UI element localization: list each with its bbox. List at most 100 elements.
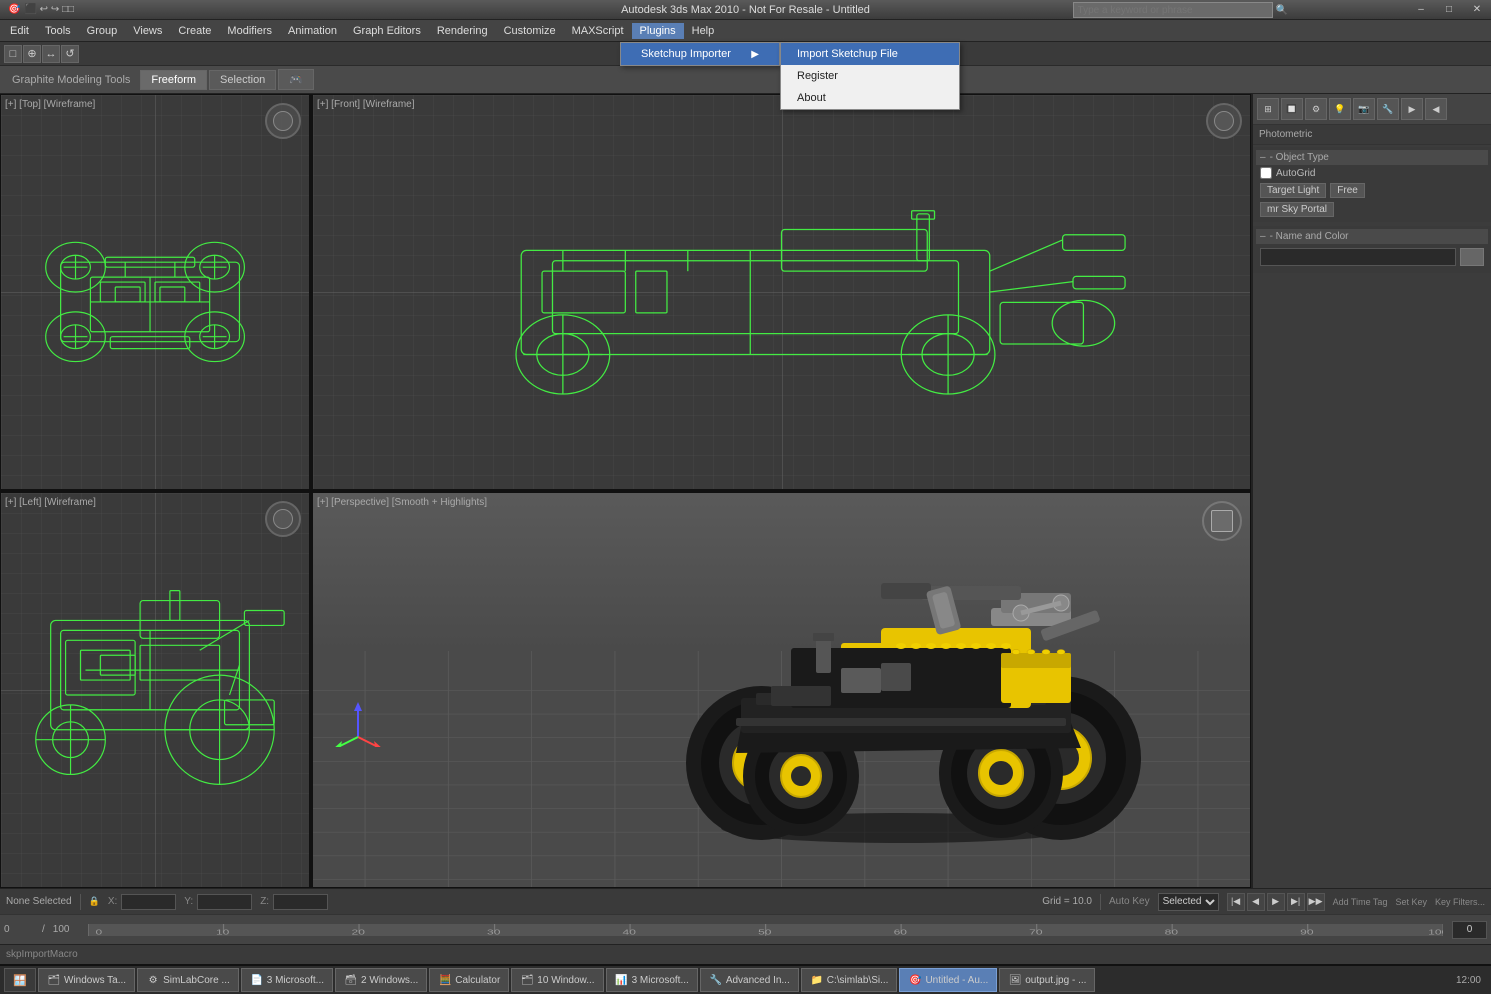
rpanel-icon-6[interactable]: 🔧 (1377, 98, 1399, 120)
rpanel-icon-8[interactable]: ◀ (1425, 98, 1447, 120)
taskbar-windows10[interactable]: 🗂 10 Window... (511, 968, 603, 992)
microsoft3b-icon: 📊 (615, 973, 629, 987)
rpanel-icon-4[interactable]: 💡 (1329, 98, 1351, 120)
next-frame-button[interactable]: ▶| (1287, 893, 1305, 911)
viewport-left[interactable]: [+] [Left] [Wireframe] (0, 492, 310, 888)
prev-key-button[interactable]: |◀ (1227, 893, 1245, 911)
taskbar: 🪟 🗂 Windows Ta... ⚙ SimLabCore ... 📄 3 M… (0, 964, 1491, 994)
toolbar-btn-2[interactable]: ⊕ (23, 45, 41, 63)
quick-access: ⬛ ↩ ↪ □□ (24, 4, 74, 15)
sketchup-importer-menu-item[interactable]: Sketchup Importer ▶ (621, 43, 779, 65)
rpanel-icon-3[interactable]: ⚙ (1305, 98, 1327, 120)
taskbar-windows-ta[interactable]: 🗂 Windows Ta... (38, 968, 135, 992)
status-bar: None Selected 🔒 X: Y: Z: Grid = 10.0 Aut… (0, 888, 1491, 914)
autogrid-row: AutoGrid (1256, 165, 1488, 181)
menu-create[interactable]: Create (170, 23, 219, 39)
object-type-title: – - Object Type (1256, 150, 1488, 165)
auto-key-select[interactable]: Selected (1158, 893, 1219, 911)
modeling-label: Graphite Modeling Tools (4, 74, 138, 86)
svg-text:10: 10 (216, 928, 230, 935)
taskbar-untitled[interactable]: 🎯 Untitled - Au... (899, 968, 997, 992)
svg-text:20: 20 (351, 928, 365, 935)
viewport-perspective[interactable]: [+] [Perspective] [Smooth + Highlights] (312, 492, 1251, 888)
timeline-start: 0 (4, 924, 34, 935)
output-icon: 🖼 (1008, 973, 1022, 987)
menu-group[interactable]: Group (79, 23, 126, 39)
z-input[interactable] (273, 894, 328, 910)
name-input[interactable] (1260, 248, 1456, 266)
autogrid-label: AutoGrid (1276, 168, 1315, 179)
close-button[interactable]: ✕ (1463, 0, 1491, 20)
play-button[interactable]: ▶ (1267, 893, 1285, 911)
toolbar-btn-1[interactable]: □ (4, 45, 22, 63)
rpanel-icon-1[interactable]: ⊞ (1257, 98, 1279, 120)
viewport-perspective-nav[interactable] (1202, 501, 1242, 541)
selection-status: None Selected (6, 896, 72, 907)
rpanel-icon-5[interactable]: 📷 (1353, 98, 1375, 120)
sketchup-submenu: Import Sketchup File Register About (780, 42, 960, 110)
prev-frame-button[interactable]: ◀ (1247, 893, 1265, 911)
y-input[interactable] (197, 894, 252, 910)
mr-sky-portal-button[interactable]: mr Sky Portal (1260, 202, 1334, 217)
viewport-front-nav[interactable] (1206, 103, 1242, 139)
free-button[interactable]: Free (1330, 183, 1365, 198)
search-input[interactable] (1073, 2, 1273, 18)
x-input[interactable] (121, 894, 176, 910)
menu-maxscript[interactable]: MAXScript (564, 23, 632, 39)
advanced-icon: 🔧 (709, 973, 723, 987)
app-icon: 🎯 (4, 4, 20, 15)
viewport-top-nav[interactable] (265, 103, 301, 139)
simlab-path-icon: 📁 (810, 973, 824, 987)
toolbar-btn-3[interactable]: ↔ (42, 45, 60, 63)
microsoft3-icon: 📄 (250, 973, 264, 987)
last-frame-button[interactable]: ▶▶ (1307, 893, 1325, 911)
menu-animation[interactable]: Animation (280, 23, 345, 39)
minimize-button[interactable]: – (1407, 0, 1435, 20)
taskbar-output-jpg[interactable]: 🖼 output.jpg - ... (999, 968, 1095, 992)
menu-customize[interactable]: Customize (496, 23, 564, 39)
set-key: Set Key (1395, 897, 1427, 907)
viewport-front[interactable]: [+] [Front] [Wireframe] (312, 94, 1251, 490)
target-light-button[interactable]: Target Light (1260, 183, 1326, 198)
menu-modifiers[interactable]: Modifiers (219, 23, 280, 39)
key-filters[interactable]: Key Filters... (1435, 897, 1485, 907)
menu-graph-editors[interactable]: Graph Editors (345, 23, 429, 39)
viewport-top[interactable]: [+] [Top] [Wireframe] (0, 94, 310, 490)
name-color-title: – - Name and Color (1256, 229, 1488, 244)
taskbar-simlab-path[interactable]: 📁 C:\simlab\Si... (801, 968, 898, 992)
import-sketchup-item[interactable]: Import Sketchup File (781, 43, 959, 65)
menu-rendering[interactable]: Rendering (429, 23, 496, 39)
menu-help[interactable]: Help (684, 23, 723, 39)
modeling-tab-extra[interactable]: 🎮 (278, 69, 314, 90)
register-item[interactable]: Register (781, 65, 959, 87)
auto-key-label: Auto Key (1109, 896, 1150, 907)
current-frame-input[interactable] (1452, 921, 1487, 939)
menu-plugins[interactable]: Plugins (632, 23, 684, 39)
toolbar-btn-4[interactable]: ↺ (61, 45, 79, 63)
taskbar-microsoft3b[interactable]: 📊 3 Microsoft... (606, 968, 698, 992)
menu-tools[interactable]: Tools (37, 23, 79, 39)
menu-views[interactable]: Views (125, 23, 170, 39)
maximize-button[interactable]: □ (1435, 0, 1463, 20)
start-button[interactable]: 🪟 (4, 968, 36, 992)
taskbar-simlab[interactable]: ⚙ SimLabCore ... (137, 968, 239, 992)
taskbar-windows2[interactable]: 🗃 2 Windows... (335, 968, 427, 992)
autogrid-checkbox[interactable] (1260, 167, 1272, 179)
color-swatch[interactable] (1460, 248, 1484, 266)
viewport-left-nav[interactable] (265, 501, 301, 537)
timeline-track[interactable]: 0 10 20 30 40 50 60 70 80 90 100 (87, 923, 1444, 937)
svg-text:50: 50 (758, 928, 772, 935)
z-label: Z: (260, 896, 269, 907)
modeling-bar: Graphite Modeling Tools Freeform Selecti… (0, 66, 1491, 94)
svg-text:80: 80 (1164, 928, 1178, 935)
modeling-tab-freeform[interactable]: Freeform (140, 70, 207, 90)
rpanel-icon-7[interactable]: ▶ (1401, 98, 1423, 120)
mr-sky-row: mr Sky Portal (1256, 200, 1488, 219)
taskbar-calculator[interactable]: 🧮 Calculator (429, 968, 509, 992)
taskbar-advanced[interactable]: 🔧 Advanced In... (700, 968, 799, 992)
about-item[interactable]: About (781, 87, 959, 109)
taskbar-microsoft3[interactable]: 📄 3 Microsoft... (241, 968, 333, 992)
rpanel-icon-2[interactable]: 🔲 (1281, 98, 1303, 120)
modeling-tab-selection[interactable]: Selection (209, 70, 276, 90)
menu-edit[interactable]: Edit (2, 23, 37, 39)
